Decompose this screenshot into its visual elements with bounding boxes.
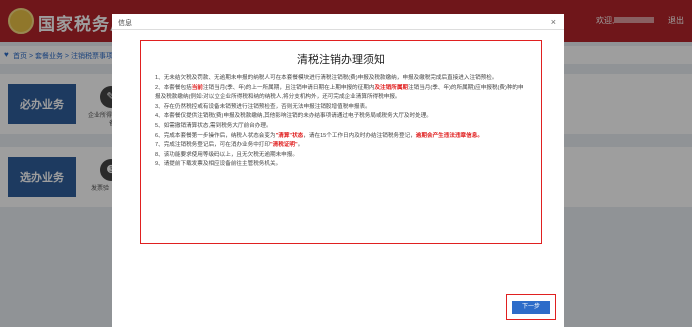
next-button[interactable]: 下一步 — [512, 301, 550, 314]
notice-item: 9、请提前下载发票及相应设备前往主管税务机关。 — [155, 161, 282, 168]
dialog-divider — [112, 29, 564, 30]
notice-title: 清税注销办理须知 — [297, 54, 385, 66]
notice-item: 6、完成本套餐第一步操作后，纳税人状态会变为"清算"状态，请在15个工作日内及时… — [155, 132, 483, 139]
info-dialog: 信息 × 清税注销办理须知 1、无未结欠税及罚款、无逾期未申报的纳税人可在本套餐… — [112, 14, 564, 327]
close-icon[interactable]: × — [551, 17, 556, 27]
dialog-title: 信息 — [118, 20, 132, 27]
notice-item: 8、该功能要求使用等级码以上，且无欠税无逾期未申报。 — [155, 151, 298, 158]
notice-box: 清税注销办理须知 1、无未结欠税及罚款、无逾期未申报的纳税人可在本套餐模块进行清… — [140, 40, 542, 244]
next-button-highlight: 下一步 — [506, 294, 556, 320]
notice-item: 2、本套餐包括当前注销当月(季、年)的上一所属期，且注销申请日期在上期申报的征期… — [155, 84, 524, 101]
notice-item: 3、存在仍然税控或有设备未销预进行注销预检查，否则无法申报注销股增值税申报表。 — [155, 103, 371, 110]
notice-item: 1、无未结欠税及罚款、无逾期未申报的纳税人可在本套餐模块进行清税注销税(费)申报… — [155, 75, 498, 81]
notice-item: 5、如需撤销清算状态,需到税务大厅前台办理。 — [155, 122, 272, 129]
notice-item: 7、完成注销税务登记后，可在消办业务中打印"清税证明"。 — [155, 142, 304, 149]
notice-item: 4、本套餐仅提供注销税(费)申报及税款缴纳,其他影响注销的未办结事项请通过电子税… — [155, 113, 432, 120]
